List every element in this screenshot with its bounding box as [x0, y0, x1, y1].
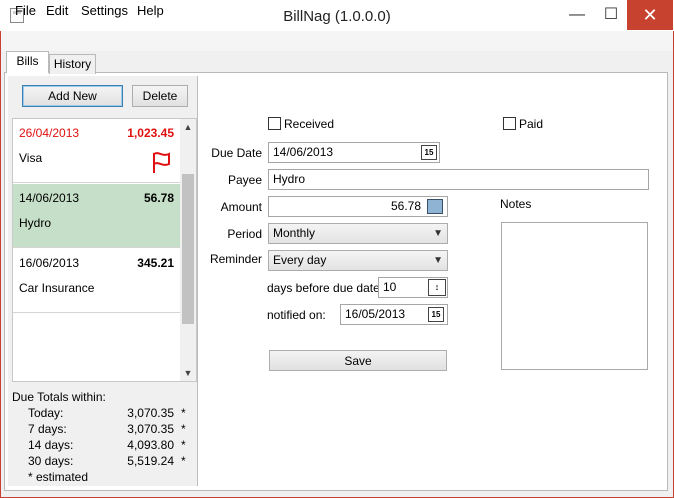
menu-settings[interactable]: Settings [81, 3, 128, 18]
bill-row-visa[interactable]: 26/04/2013 1,023.45 Visa [13, 119, 180, 183]
calculator-icon[interactable] [427, 199, 443, 214]
calendar-icon[interactable]: 15 [428, 307, 444, 322]
paid-label: Paid [519, 117, 544, 131]
menu-file[interactable]: File [15, 3, 36, 18]
bill-list-scrollbar[interactable]: ▲ ▼ [180, 119, 196, 381]
due-date-value: 14/06/2013 [273, 145, 334, 159]
scroll-up-icon[interactable]: ▲ [180, 119, 196, 135]
close-button[interactable]: ✕ [627, 0, 673, 30]
notified-on-value: 16/05/2013 [345, 307, 406, 321]
total-label-30-days: 30 days: [28, 454, 74, 468]
amount-label: Amount [220, 200, 262, 214]
total-estimate-mark: * [181, 454, 186, 468]
reminder-select[interactable]: Every day ▼ [268, 250, 448, 271]
received-checkbox[interactable] [268, 117, 281, 130]
estimated-note: * estimated [28, 470, 89, 484]
maximize-button[interactable]: ☐ [594, 0, 628, 30]
reminder-value: Every day [273, 253, 327, 267]
notes-textarea[interactable] [501, 222, 648, 370]
calendar-icon[interactable]: 15 [421, 145, 437, 160]
bill-amount: 1,023.45 [127, 126, 174, 140]
add-new-button[interactable]: Add New [22, 85, 123, 107]
payee-input[interactable]: Hydro [268, 169, 649, 190]
reminder-label: Reminder [209, 252, 262, 266]
scroll-thumb[interactable] [182, 174, 194, 324]
total-estimate-mark: * [181, 406, 186, 420]
notified-on-label: notified on: [267, 308, 326, 322]
days-before-value: 10 [383, 280, 397, 294]
bill-name: Hydro [19, 216, 52, 230]
total-label-14-days: 14 days: [28, 438, 74, 452]
chevron-down-icon: ▼ [433, 228, 443, 239]
bill-amount: 345.21 [137, 256, 174, 270]
received-label: Received [284, 117, 335, 131]
total-label-today: Today: [28, 406, 64, 420]
menu-edit[interactable]: Edit [46, 3, 68, 18]
minimize-button[interactable]: — [560, 0, 594, 30]
days-before-label: days before due date: [267, 281, 384, 295]
total-value-7-days: 3,070.35 [127, 422, 174, 436]
spinner-icon[interactable]: ↕ [428, 279, 446, 296]
bill-name: Visa [19, 151, 43, 165]
bill-name: Car Insurance [19, 281, 95, 295]
bill-row-car-insurance[interactable]: 16/06/2013 345.21 Car Insurance [13, 249, 180, 313]
notes-label: Notes [500, 197, 532, 211]
menu-bar [1, 31, 673, 51]
due-date-field[interactable]: 14/06/2013 [268, 142, 440, 163]
bill-date: 14/06/2013 [19, 191, 80, 205]
bill-amount: 56.78 [143, 191, 174, 205]
total-value-today: 3,070.35 [127, 406, 174, 420]
period-label: Period [227, 227, 262, 241]
scroll-down-icon[interactable]: ▼ [180, 365, 196, 381]
menu-help[interactable]: Help [137, 3, 164, 18]
period-select[interactable]: Monthly ▼ [268, 223, 448, 244]
bill-row-hydro[interactable]: 14/06/2013 56.78 Hydro [13, 184, 180, 248]
tab-history[interactable]: History [49, 54, 96, 74]
bill-list: 26/04/2013 1,023.45 Visa 14/06/2013 56.7… [12, 118, 197, 382]
save-button[interactable]: Save [269, 350, 447, 371]
tab-bills[interactable]: Bills [6, 51, 49, 73]
total-label-7-days: 7 days: [28, 422, 67, 436]
paid-checkbox[interactable] [503, 117, 516, 130]
total-value-14-days: 4,093.80 [127, 438, 174, 452]
red-flag-icon [153, 152, 170, 173]
payee-label: Payee [227, 173, 262, 187]
amount-input[interactable]: 56.78 [268, 196, 448, 217]
due-date-label: Due Date [211, 146, 262, 160]
total-estimate-mark: * [181, 422, 186, 436]
total-estimate-mark: * [181, 438, 186, 452]
bill-date: 16/06/2013 [19, 256, 80, 270]
period-value: Monthly [273, 226, 316, 240]
bill-date: 26/04/2013 [19, 126, 80, 140]
due-totals-title: Due Totals within: [12, 390, 106, 404]
delete-button[interactable]: Delete [132, 85, 188, 107]
chevron-down-icon: ▼ [433, 255, 443, 266]
total-value-30-days: 5,519.24 [127, 454, 174, 468]
